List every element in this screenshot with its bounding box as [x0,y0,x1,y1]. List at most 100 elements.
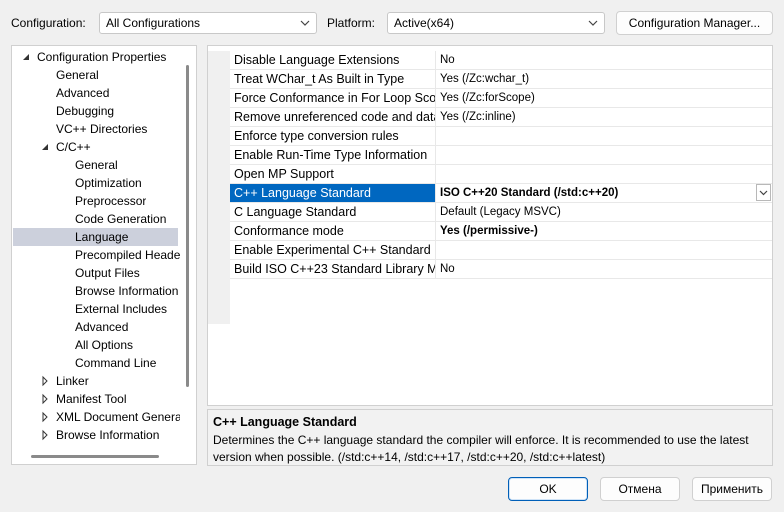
tree-item-label: Browse Information [75,284,179,298]
property-value[interactable] [437,165,772,183]
tree-item-label: Precompiled Heade [75,248,180,262]
configuration-label: Configuration: [11,16,86,30]
property-row[interactable]: Open MP Support [230,165,772,184]
cancel-button[interactable]: Отмена [600,477,680,501]
tree-item-label: Code Generation [75,212,167,226]
property-value[interactable]: No [437,260,772,278]
collapsed-triangle-icon [42,393,48,405]
configuration-manager-button[interactable]: Configuration Manager... [616,11,773,35]
tree-item-label: C/C++ [56,140,91,154]
property-row[interactable]: Remove unreferenced code and data Yes (/… [230,108,772,127]
property-name: C++ Language Standard [230,184,436,202]
property-row[interactable]: Disable Language Extensions No [230,51,772,70]
tree-item-optimization[interactable]: Optimization [75,174,142,192]
platform-value: Active(x64) [394,16,455,30]
property-row[interactable]: Conformance mode Yes (/permissive-) [230,222,772,241]
tree-item-language[interactable]: Language [13,228,178,246]
tree-item-advanced[interactable]: Advanced [56,84,109,102]
property-row[interactable]: C Language Standard Default (Legacy MSVC… [230,203,772,222]
tree-item-label: General [56,68,99,82]
property-row[interactable]: Treat WChar_t As Built in Type Yes (/Zc:… [230,70,772,89]
property-grid: Disable Language Extensions No Treat WCh… [207,45,773,406]
tree-item-c-cpp[interactable]: C/C++ [40,138,180,156]
property-description: C++ Language Standard Determines the C++… [207,409,773,466]
property-name: Force Conformance in For Loop Scope [230,89,436,107]
platform-select[interactable]: Active(x64) [387,12,605,34]
property-value[interactable]: Yes (/Zc:forScope) [437,89,772,107]
configuration-select[interactable]: All Configurations [99,12,317,34]
property-value[interactable]: ISO C++20 Standard (/std:c++20) [437,184,772,202]
collapsed-triangle-icon [42,411,48,423]
property-value[interactable]: No [437,51,772,69]
tree-item-cpp-general[interactable]: General [75,156,118,174]
tree-item-output-files[interactable]: Output Files [75,264,140,282]
property-row[interactable]: Enforce type conversion rules [230,127,772,146]
property-value[interactable]: Yes (/Zc:wchar_t) [437,70,772,88]
configuration-value: All Configurations [106,16,201,30]
tree-item-general[interactable]: General [56,66,99,84]
tree-item-configuration-properties[interactable]: Configuration Properties [12,48,182,66]
value-dropdown-button[interactable] [756,184,771,201]
platform-label: Platform: [327,16,376,30]
property-value[interactable] [437,127,772,145]
property-name: Treat WChar_t As Built in Type [230,70,436,88]
tree-item-debugging[interactable]: Debugging [56,102,114,120]
tree-item-vc-directories[interactable]: VC++ Directories [56,120,147,138]
tree-item-label: External Includes [75,302,168,316]
collapsed-triangle-icon [42,375,48,387]
chevron-down-icon [588,20,598,26]
tree-horizontal-scrollbar[interactable] [31,455,159,458]
property-row[interactable]: Enable Run-Time Type Information [230,146,772,165]
collapsed-triangle-icon [42,429,48,441]
tree-item-cpp-advanced[interactable]: Advanced [75,318,128,336]
expanded-triangle-icon [42,144,48,150]
property-row[interactable]: Build ISO C++23 Standard Library Modules… [230,260,772,279]
tree-item-preprocessor[interactable]: Preprocessor [75,192,146,210]
expanded-triangle-icon [23,54,29,60]
tree-item-label: Language [75,230,129,244]
property-name: Remove unreferenced code and data [230,108,436,126]
property-name: Enable Run-Time Type Information [230,146,436,164]
tree-item-label: Linker [56,374,89,388]
tree-item-label: Browse Information [56,428,160,442]
tree-item-label: VC++ Directories [56,122,148,136]
tree-vertical-scrollbar[interactable] [186,65,189,387]
property-value[interactable] [437,146,772,164]
tree-item-label: Manifest Tool [56,392,127,406]
tree-item-linker[interactable]: Linker [40,372,180,390]
tree-item-manifest-tool[interactable]: Manifest Tool [40,390,180,408]
tree-item-label: Preprocessor [75,194,147,208]
property-row-selected[interactable]: C++ Language Standard ISO C++20 Standard… [230,184,772,203]
tree-item-label: Configuration Properties [37,50,167,64]
tree-item-xml-document-generator[interactable]: XML Document Genera [40,408,180,426]
tree-item-precompiled-headers[interactable]: Precompiled Heade [75,246,180,264]
property-name: C Language Standard [230,203,436,221]
tree-item-label: Advanced [56,86,110,100]
property-row[interactable]: Force Conformance in For Loop Scope Yes … [230,89,772,108]
chevron-down-icon [759,190,768,196]
tree-item-external-includes[interactable]: External Includes [75,300,167,318]
property-name: Open MP Support [230,165,436,183]
property-value[interactable]: Yes (/permissive-) [437,222,772,240]
property-value[interactable]: Yes (/Zc:inline) [437,108,772,126]
tree-item-label: Optimization [75,176,142,190]
property-row[interactable]: Enable Experimental C++ Standard Library… [230,241,772,260]
tree-item-label: All Options [75,338,134,352]
tree-item-label: General [75,158,118,172]
property-tree: Configuration Properties General Advance… [11,45,197,465]
tree-item-all-options[interactable]: All Options [75,336,133,354]
property-name: Disable Language Extensions [230,51,436,69]
tree-item-browse-information-root[interactable]: Browse Information [40,426,180,444]
property-value[interactable] [437,241,772,259]
ok-button[interactable]: OK [508,477,588,501]
tree-item-command-line[interactable]: Command Line [75,354,156,372]
property-name: Build ISO C++23 Standard Library Modules [230,260,436,278]
tree-item-code-generation[interactable]: Code Generation [75,210,166,228]
description-text: Determines the C++ language standard the… [213,433,749,464]
tree-item-label: Command Line [75,356,157,370]
tree-item-label: XML Document Genera [56,410,180,424]
property-value[interactable]: Default (Legacy MSVC) [437,203,772,221]
tree-item-label: Advanced [75,320,129,334]
apply-button[interactable]: Применить [692,477,772,501]
tree-item-browse-information[interactable]: Browse Information [75,282,180,300]
